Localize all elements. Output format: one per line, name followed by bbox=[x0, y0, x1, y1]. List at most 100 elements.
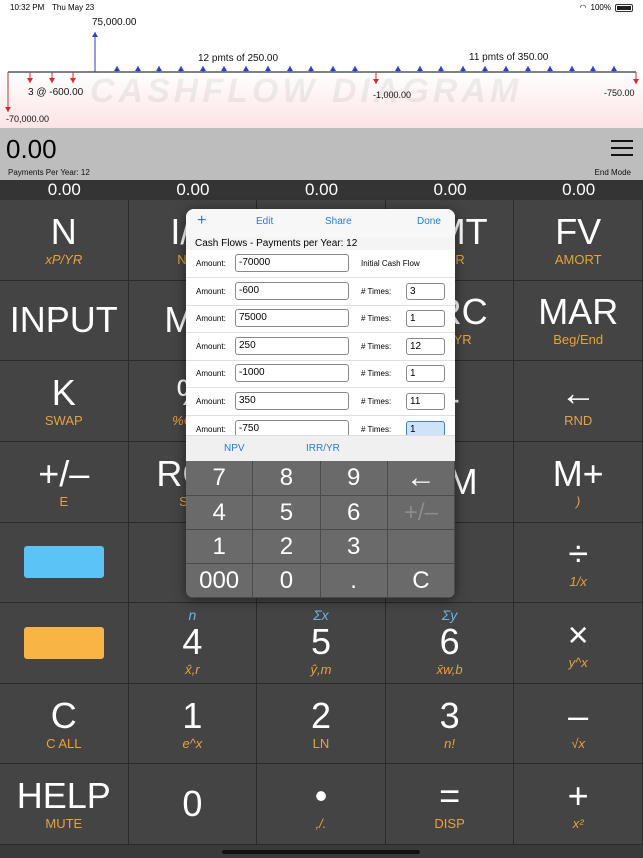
display-value: 0.00 bbox=[6, 134, 57, 164]
key-4[interactable]: FV AMORT bbox=[514, 200, 643, 281]
key-5[interactable]: INPUT bbox=[0, 280, 129, 362]
key-primary-label: INPUT bbox=[9, 299, 118, 341]
register-row: 0.00 0.00 0.00 0.00 0.00 bbox=[0, 180, 643, 200]
times-field[interactable]: 1 bbox=[406, 310, 445, 328]
key-38[interactable]: = DISP bbox=[385, 764, 515, 845]
menu-icon[interactable] bbox=[611, 140, 633, 156]
amount-field[interactable]: -600 bbox=[235, 281, 349, 300]
times-label: # Times: bbox=[361, 341, 392, 351]
backspace-key[interactable]: ← bbox=[387, 461, 455, 496]
numpad-key[interactable]: 6 bbox=[320, 496, 388, 530]
home-indicator[interactable] bbox=[222, 850, 420, 854]
key-31[interactable]: 1 e^x bbox=[128, 683, 258, 765]
battery-percent: 100% bbox=[590, 3, 611, 12]
cashflow-row: Amount: 250 # Times: 12 bbox=[186, 333, 455, 361]
numpad-key[interactable]: 8 bbox=[253, 461, 321, 496]
repeat-label: 3 @ -600.00 bbox=[28, 87, 84, 98]
times-field[interactable]: 11 bbox=[406, 393, 445, 410]
cashflow-row: Amount: -1000 # Times: 1 bbox=[186, 360, 455, 389]
add-flow-button[interactable]: + bbox=[197, 212, 206, 230]
amount-field[interactable]: 250 bbox=[235, 336, 349, 355]
inflow-arrowhead bbox=[547, 66, 553, 71]
key-29[interactable]: × y^x bbox=[514, 603, 643, 684]
numpad-key[interactable]: 2 bbox=[253, 530, 321, 564]
inflow-arrowhead bbox=[156, 66, 162, 71]
numpad-key[interactable]: 9 bbox=[320, 461, 388, 496]
key-39[interactable]: + x² bbox=[514, 764, 643, 845]
key-25[interactable] bbox=[0, 603, 129, 684]
blue-shift-key[interactable] bbox=[23, 546, 104, 579]
inflow-arrowhead bbox=[200, 66, 206, 71]
key-36[interactable]: 0 bbox=[128, 764, 258, 845]
key-15[interactable]: +/– E bbox=[0, 441, 129, 523]
key-secondary-label: √x bbox=[571, 735, 586, 751]
numpad-key[interactable]: C bbox=[387, 564, 455, 598]
key-tertiary-label: n bbox=[188, 606, 197, 623]
done-button[interactable]: Done bbox=[417, 216, 441, 227]
numpad-key[interactable]: 4 bbox=[186, 496, 254, 530]
amount-label: Amount: bbox=[196, 259, 226, 268]
key-33[interactable]: 3 n! bbox=[385, 683, 515, 765]
share-button[interactable]: Share bbox=[325, 216, 352, 227]
key-9[interactable]: MAR Beg/End bbox=[514, 280, 643, 362]
numpad-key[interactable]: 0 bbox=[253, 564, 321, 598]
key-secondary-label: ) bbox=[576, 493, 581, 509]
numpad-key[interactable]: 3 bbox=[320, 530, 388, 564]
times-field[interactable]: 12 bbox=[406, 337, 445, 355]
amount-field[interactable]: -1000 bbox=[235, 364, 349, 383]
key-secondary-label: x² bbox=[572, 816, 584, 832]
key-secondary-label: C ALL bbox=[46, 735, 82, 751]
amount-field[interactable]: 75000 bbox=[235, 309, 349, 328]
key-20[interactable] bbox=[0, 522, 129, 604]
times-label: # Times: bbox=[361, 424, 392, 434]
numpad-key[interactable]: 1 bbox=[186, 530, 254, 564]
key-primary-label: +/– bbox=[38, 452, 90, 494]
numpad-key[interactable]: 000 bbox=[186, 564, 254, 598]
numpad-key[interactable]: +/– bbox=[387, 496, 455, 530]
wifi-icon: ◠ bbox=[579, 3, 587, 12]
key-28[interactable]: Σy 6 x̄w,b bbox=[385, 603, 515, 684]
amount-field[interactable]: 350 bbox=[235, 392, 349, 410]
key-primary-label: 2 bbox=[310, 694, 331, 736]
key-35[interactable]: HELP MUTE bbox=[0, 764, 129, 845]
inflow-arrowhead bbox=[265, 66, 271, 71]
inflow-arrowhead bbox=[287, 66, 293, 71]
npv-button[interactable]: NPV bbox=[224, 443, 245, 454]
key-14[interactable]: ← RND bbox=[514, 361, 643, 442]
key-27[interactable]: Σx 5 ŷ,m bbox=[257, 603, 386, 684]
numpad-key[interactable]: 7 bbox=[186, 461, 254, 496]
key-primary-label: FV bbox=[555, 210, 602, 252]
times-label: # Times: bbox=[361, 286, 392, 296]
times-field[interactable]: 1 bbox=[406, 365, 445, 383]
key-30[interactable]: CC ALL bbox=[0, 683, 129, 765]
cashflow-row: Amount: 350 # Times: 11 bbox=[186, 388, 455, 416]
key-24[interactable]: ÷ 1/x bbox=[514, 522, 643, 604]
key-secondary-label: y^x bbox=[568, 654, 588, 670]
irr-button[interactable]: IRR/YR bbox=[306, 443, 340, 454]
key-0[interactable]: NxP/YR bbox=[0, 200, 129, 281]
key-19[interactable]: M+) bbox=[514, 441, 643, 523]
key-primary-label: ← bbox=[560, 372, 597, 414]
key-primary-label: K bbox=[51, 372, 76, 414]
key-26[interactable]: n 4 x̂,r bbox=[128, 603, 258, 684]
key-10[interactable]: K SWAP bbox=[0, 361, 129, 442]
outflow-arrowhead bbox=[373, 79, 379, 84]
orange-shift-key[interactable] bbox=[23, 626, 104, 659]
key-secondary-label: ŷ,m bbox=[310, 661, 332, 677]
key-32[interactable]: 2 LN bbox=[257, 683, 386, 765]
cashflow-diagram[interactable]: CASHFLOW DIAGRAM 75,000.00 12 pmts of 25… bbox=[0, 16, 643, 128]
group2-label: 11 pmts of 350.00 bbox=[469, 52, 549, 63]
key-primary-label: ÷ bbox=[568, 533, 589, 575]
key-34[interactable]: – √x bbox=[514, 683, 643, 765]
numpad-key[interactable]: 5 bbox=[253, 496, 321, 530]
key-secondary-label: DISP bbox=[434, 816, 465, 832]
numpad-key[interactable]: . bbox=[320, 564, 388, 598]
inflow-arrowhead bbox=[221, 66, 227, 71]
amount-field[interactable]: -70000 bbox=[235, 254, 349, 272]
times-field[interactable]: 3 bbox=[406, 282, 445, 300]
initial-flow-label: Initial Cash Flow bbox=[361, 259, 420, 268]
edit-button[interactable]: Edit bbox=[256, 216, 273, 227]
inflow-arrowhead bbox=[330, 66, 336, 71]
inflow-arrowhead bbox=[352, 66, 358, 71]
key-37[interactable]: • ,/. bbox=[257, 764, 386, 845]
